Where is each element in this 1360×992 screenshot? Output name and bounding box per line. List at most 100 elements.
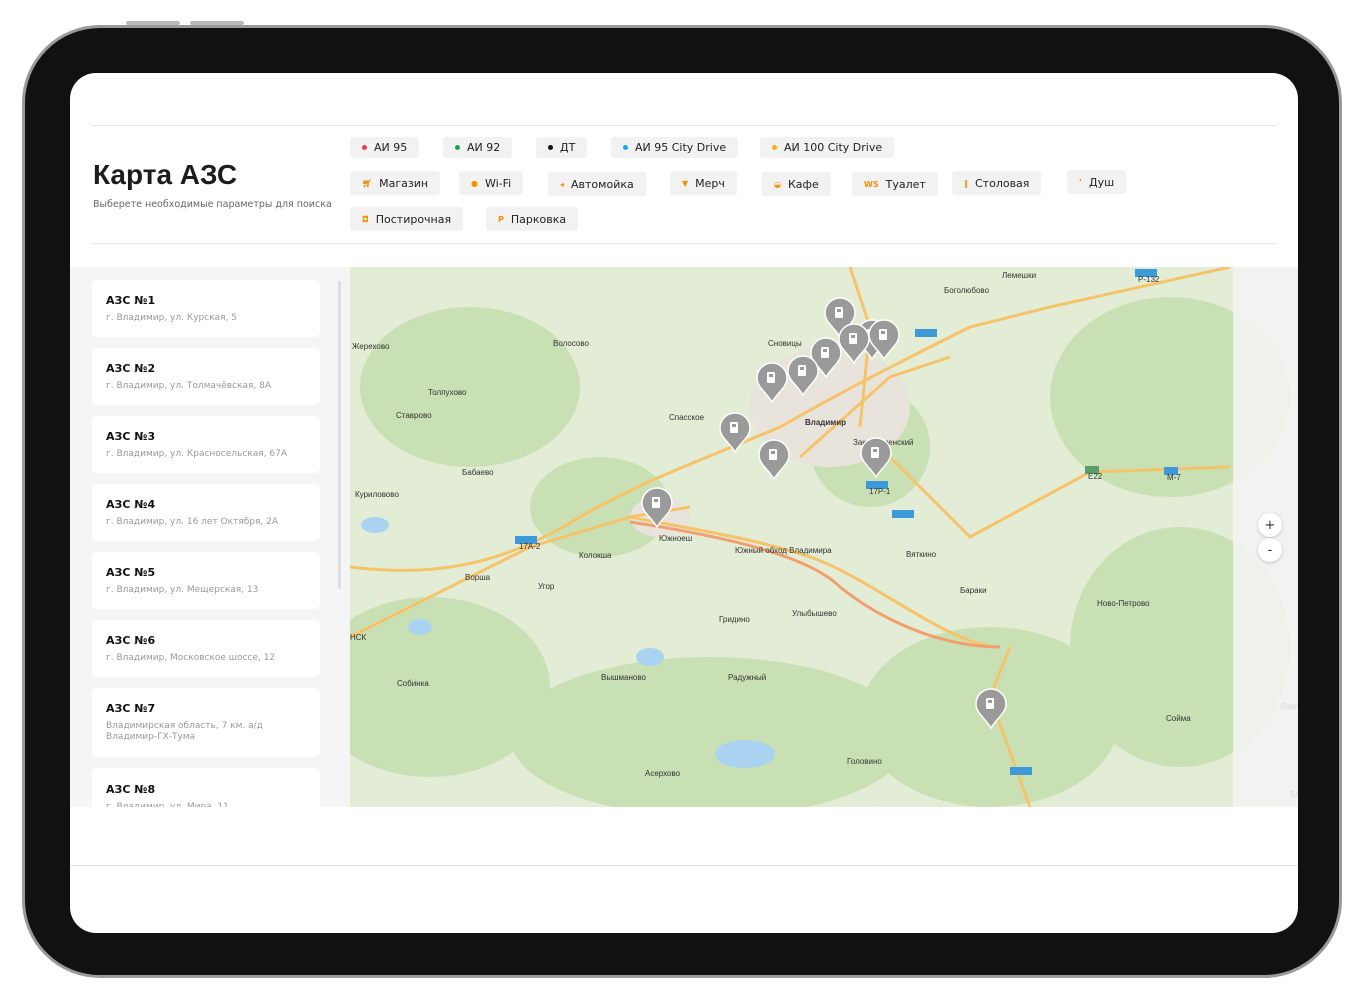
station-address: г. Владимир, ул. 16 лет Октября, 2А — [106, 517, 279, 527]
map-label: Колокша — [579, 551, 612, 560]
map-label: Головино — [847, 757, 882, 766]
map-label: Гридино — [719, 615, 750, 624]
dot-icon — [455, 145, 460, 150]
car-wash-icon: ◂ — [560, 179, 565, 189]
chip-label: ДТ — [560, 141, 576, 154]
chip-label: Туалет — [885, 177, 926, 191]
dot-icon — [362, 145, 367, 150]
tshirt-icon: ▼ — [682, 178, 689, 188]
filter-shop[interactable]: 🛒︎ Магазин — [350, 171, 441, 195]
chip-label: Кафе — [787, 177, 819, 191]
map-label: Жерехово — [352, 342, 390, 351]
map-label: Лемешки — [1002, 271, 1036, 280]
map-label: Владимир — [805, 418, 846, 427]
list-scrollbar[interactable] — [338, 281, 341, 589]
device-button — [126, 21, 180, 25]
parking-icon: P — [498, 214, 504, 224]
divider — [70, 865, 1298, 866]
filter-ai100-city[interactable]: АИ 100 City Drive — [760, 137, 895, 158]
station-name: АЗС №8 — [106, 783, 156, 796]
chip-label: Душ — [1089, 175, 1115, 189]
station-card[interactable]: АЗС №5 г. Владимир, ул. Мещерская, 13 — [92, 552, 320, 609]
filter-ai95-city[interactable]: АИ 95 City Drive — [611, 137, 739, 158]
station-name: АЗС №1 — [106, 294, 156, 307]
map-label: Бабаево — [462, 468, 494, 477]
station-card[interactable]: АЗС №2 г. Владимир, ул. Толмачёвская, 8А — [92, 348, 320, 405]
filter-carwash[interactable]: ◂ Автомойка — [548, 172, 646, 196]
chip-label: АИ 95 City Drive — [635, 141, 727, 154]
map-label: Спасское — [669, 413, 705, 422]
map-label: М-7 — [1167, 473, 1181, 482]
shower-icon: ʼ — [1079, 177, 1083, 187]
chip-label: Магазин — [379, 176, 429, 190]
filter-ai92[interactable]: АИ 92 — [443, 137, 513, 158]
station-card[interactable]: АЗС №3 г. Владимир, ул. Красносельская, 6… — [92, 416, 320, 473]
station-card[interactable]: АЗС №1 г. Владимир, ул. Курская, 5 — [92, 280, 320, 337]
station-address: Владимирская область, 7 км. а/д Владимир… — [106, 721, 263, 742]
map-label: Угор — [538, 582, 555, 591]
map[interactable]: Лемешки Боголюбово Жерехово Волосово Сновицы… — [350, 267, 1298, 807]
map-label: Р-132 — [1138, 275, 1160, 284]
map-label: 17А-2 — [519, 542, 541, 551]
map-label: Сновицы — [768, 339, 802, 348]
dot-icon — [548, 145, 553, 150]
map-label: Куриловово — [355, 490, 399, 499]
chip-label: Парковка — [510, 212, 567, 226]
chip-label: АИ 92 — [467, 141, 501, 154]
device-button — [190, 21, 244, 25]
divider — [92, 243, 1276, 244]
chip-label: Автомойка — [571, 177, 634, 191]
map-label: Вышманово — [601, 673, 646, 682]
filter-merch[interactable]: ▼ Мерч — [670, 171, 737, 195]
map-label: Ново-Петрово — [1097, 599, 1150, 608]
map-canvas[interactable]: Лемешки Боголюбово Жерехово Волосово Сновицы… — [350, 267, 1298, 807]
chip-label: АИ 100 City Drive — [784, 141, 883, 154]
station-name: АЗС №4 — [106, 498, 156, 511]
chip-label: Wi-Fi — [484, 176, 512, 190]
cutlery-icon: ‖ — [964, 178, 968, 188]
filter-laundry[interactable]: ◘ Постирочная — [350, 207, 464, 231]
chip-label: Мерч — [695, 176, 725, 190]
wc-icon: WS — [864, 179, 879, 189]
filter-parking[interactable]: P Парковка — [486, 207, 579, 231]
screen: Карта АЗС Выберете необходимые параметры… — [70, 73, 1298, 933]
filter-dt[interactable]: ДТ — [536, 137, 588, 158]
station-address: г. Владимир, Московское шоссе, 12 — [106, 653, 276, 663]
map-label: Вяткино — [906, 550, 937, 559]
wifi-icon: ● — [471, 178, 478, 188]
station-card[interactable]: АЗС №6 г. Владимир, Московское шоссе, 12 — [92, 620, 320, 677]
station-card[interactable]: АЗС №4 г. Владимир, ул. 16 лет Октября, 2… — [92, 484, 320, 541]
map-label: Бараки — [960, 586, 987, 595]
laundry-icon: ◘ — [362, 214, 369, 224]
zoom-in-button[interactable]: + — [1258, 513, 1282, 537]
map-label: Южноеш — [659, 534, 692, 543]
page-subtitle: Выберете необходимые параметры для поиск… — [93, 199, 332, 210]
filter-ai95[interactable]: АИ 95 — [350, 137, 420, 158]
map-label: Радужный — [728, 673, 766, 682]
map-label: Улыбышево — [792, 609, 837, 618]
map-label: Асерхово — [645, 769, 681, 778]
filter-shower[interactable]: ʼ Душ — [1067, 170, 1127, 194]
filter-wifi[interactable]: ● Wi-Fi — [459, 171, 524, 195]
page-title: Карта АЗС — [93, 159, 238, 190]
station-address: г. Владимир, ул. Курская, 5 — [106, 313, 238, 323]
zoom-out-button[interactable]: - — [1258, 538, 1282, 562]
chip-label: Постирочная — [375, 212, 452, 226]
map-label: Сойма — [1166, 714, 1191, 723]
dot-icon — [772, 145, 777, 150]
map-label: Е22 — [1088, 472, 1103, 481]
station-address: г. Владимир, ул. Толмачёвская, 8А — [106, 381, 271, 391]
map-label: 17Р-1 — [869, 487, 891, 496]
filter-cafe[interactable]: ◒ Кафе — [762, 172, 831, 196]
station-name: АЗС №5 — [106, 566, 156, 579]
filter-wc[interactable]: WS Туалет — [852, 172, 938, 196]
cart-icon: 🛒︎ — [362, 178, 373, 188]
chip-label: АИ 95 — [374, 141, 408, 154]
station-address: г. Владимир, ул. Красносельская, 67А — [106, 449, 287, 459]
station-card[interactable]: АЗС №7 Владимирская область, 7 км. а/д Вл… — [92, 688, 320, 757]
station-name: АЗС №3 — [106, 430, 156, 443]
chip-label: Столовая — [975, 176, 1030, 190]
map-label: НСК — [350, 633, 367, 642]
filter-canteen[interactable]: ‖ Столовая — [952, 171, 1042, 195]
map-label: Ставрово — [396, 411, 432, 420]
